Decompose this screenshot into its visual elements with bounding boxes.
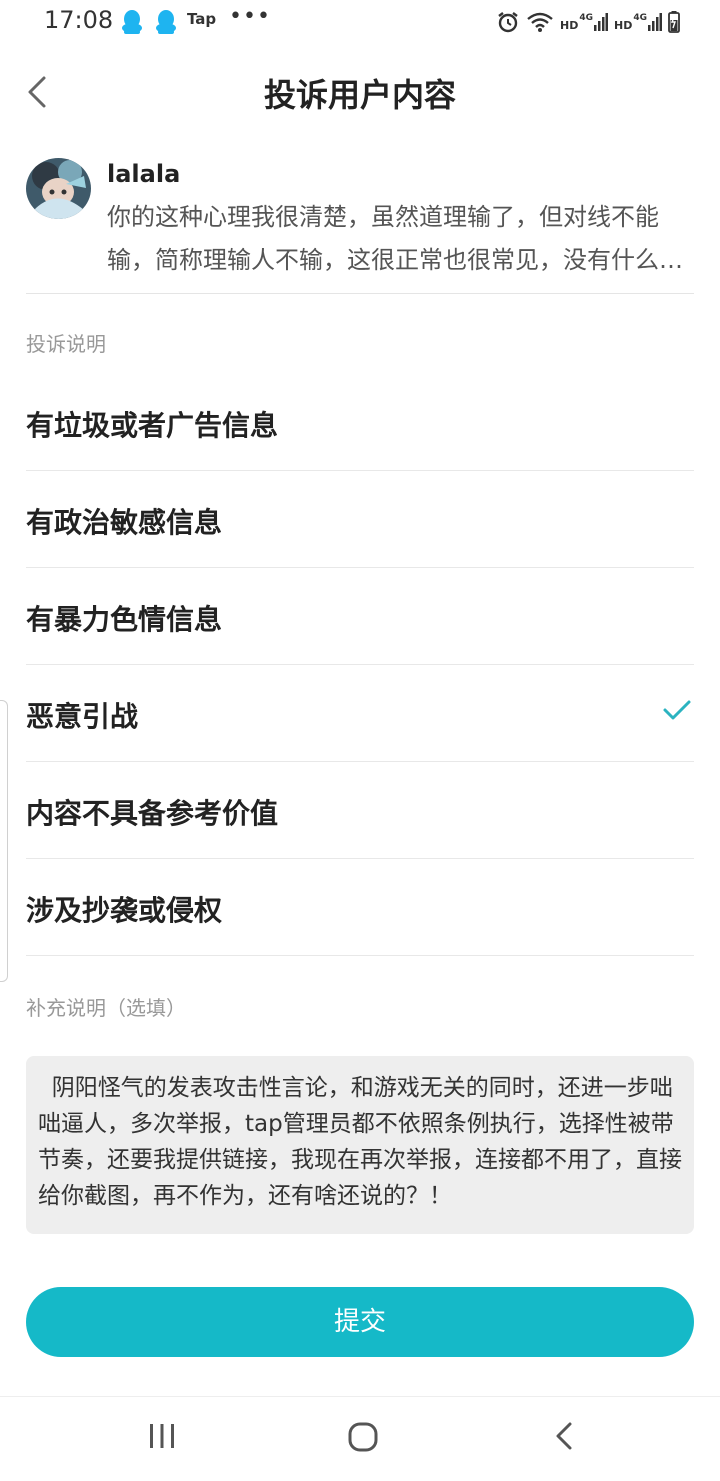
signal-2: HD 4G [614,13,662,31]
status-time: 17:08 [44,6,114,34]
status-icons: HD 4G HD 4G [496,8,680,36]
post-username: lalala [107,160,181,188]
reason-label: 有政治敏感信息 [26,506,223,539]
reason-label: 有暴力色情信息 [26,603,223,636]
reason-item[interactable]: 涉及抄袭或侵权 [26,859,694,956]
reason-item-selected[interactable]: 恶意引战 [26,665,694,762]
reason-item[interactable]: 内容不具备参考价值 [26,762,694,859]
avatar [26,158,91,219]
nav-bar: 投诉用户内容 [0,44,720,140]
reason-item[interactable]: 有垃圾或者广告信息 [26,374,694,471]
supplement-label: 补充说明（选填） [26,996,186,1020]
reason-item[interactable]: 有政治敏感信息 [26,471,694,568]
reason-label: 有垃圾或者广告信息 [26,409,279,442]
edge-panel-handle[interactable] [0,700,8,982]
reported-post: lalala 你的这种心理我很清楚，虽然道理输了，但对线不能输，简称理输人不输，… [26,156,694,294]
system-back-icon[interactable] [552,1421,578,1451]
qq-icon [122,10,142,34]
supplement-text: 阴阳怪气的发表攻击性言论，和游戏无关的同时，还进一步咄咄逼人，多次举报，tap管… [38,1075,682,1209]
tap-app-icon: Tap [187,10,217,28]
reason-label: 涉及抄袭或侵权 [26,894,223,927]
recents-icon[interactable] [147,1421,177,1451]
system-nav-bar [0,1396,720,1481]
more-notifications-icon: ••• [229,4,271,29]
page-title: 投诉用户内容 [263,76,456,114]
reason-item[interactable]: 有暴力色情信息 [26,568,694,665]
complaint-section-label: 投诉说明 [26,332,106,356]
home-icon[interactable] [347,1421,379,1453]
submit-button[interactable]: 提交 [26,1287,694,1357]
battery-icon [668,11,680,33]
check-icon [663,700,691,720]
alarm-icon [498,12,518,33]
status-bar: 17:08 Tap ••• HD 4G HD 4G [0,0,720,44]
wifi-icon [527,12,553,32]
signal-1: HD 4G [560,13,608,31]
reason-label: 内容不具备参考价值 [26,797,279,830]
reason-label: 恶意引战 [26,700,139,733]
supplement-textarea[interactable]: 阴阳怪气的发表攻击性言论，和游戏无关的同时，还进一步咄咄逼人，多次举报，tap管… [26,1056,694,1234]
signal-icon [594,13,608,31]
signal-icon [648,13,662,31]
reason-list: 有垃圾或者广告信息 有政治敏感信息 有暴力色情信息 恶意引战 内容不具备参考价值… [26,374,694,956]
post-content: 你的这种心理我很清楚，虽然道理输了，但对线不能输，简称理输人不输，这很正常也很常… [107,203,683,274]
qq-icon [156,10,176,34]
